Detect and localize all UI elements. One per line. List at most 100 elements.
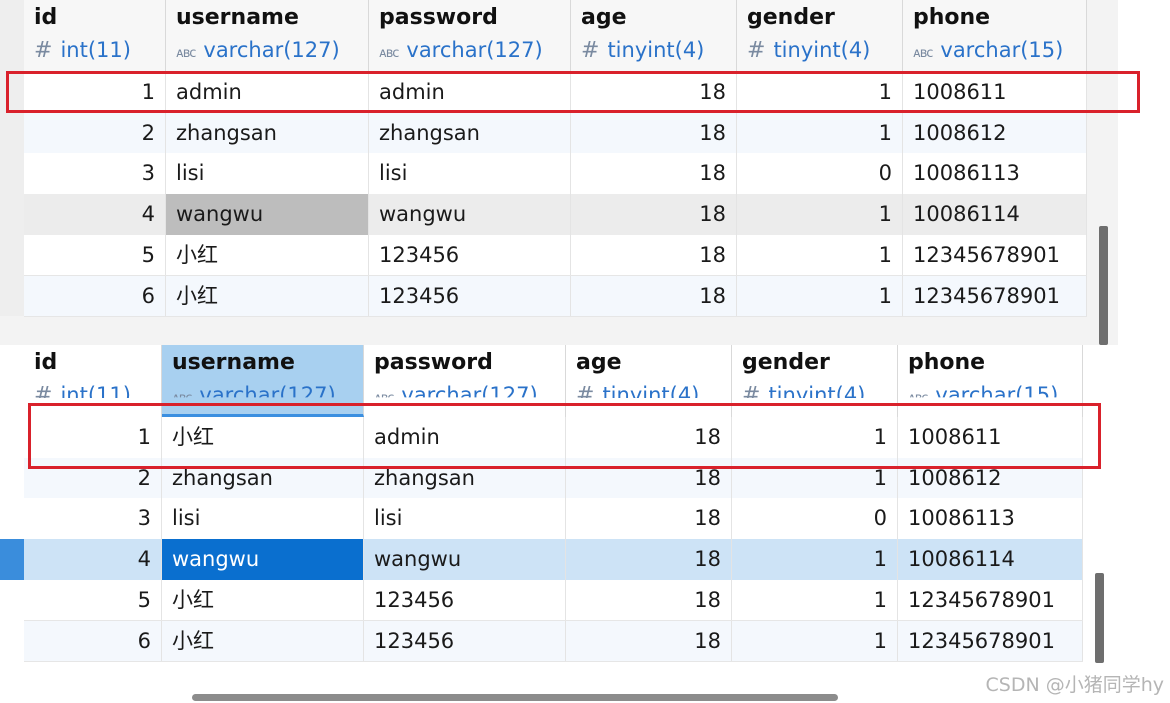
table-cell[interactable]: 5 — [24, 579, 162, 621]
table-cell[interactable]: 12345678901 — [898, 620, 1083, 662]
vertical-scrollbar[interactable] — [1095, 573, 1104, 663]
column-name: username — [176, 5, 299, 30]
column-type-label: varchar(127) — [406, 38, 543, 62]
column-type: ᴀʙᴄ varchar(127) — [379, 38, 543, 62]
column-type: ᴀʙᴄ varchar(127) — [176, 38, 340, 62]
row-selected-marker — [0, 539, 24, 580]
table-cell[interactable]: 1 — [732, 620, 898, 662]
row-gutter — [0, 0, 25, 317]
column-type: # tinyint(4) — [581, 38, 704, 63]
table-cell[interactable]: 18 — [571, 112, 737, 154]
column-header-5[interactable]: phone ᴀʙᴄ varchar(15) — [903, 0, 1087, 72]
column-name: id — [34, 5, 58, 30]
result-grid-before: id # int(11) username ᴀʙᴄ varchar(127) passwor… — [0, 0, 1118, 345]
table-cell[interactable]: 3 — [24, 498, 162, 540]
column-header-2[interactable]: password ᴀʙᴄ varchar(127) — [369, 0, 571, 72]
table-cell[interactable]: 123456 — [364, 620, 566, 662]
table-cell[interactable]: 0 — [737, 153, 903, 195]
text-type-icon: ᴀʙᴄ — [913, 46, 933, 61]
table-cell[interactable]: 小红 — [166, 275, 369, 317]
table-cell[interactable]: 123456 — [369, 234, 571, 276]
column-header-0[interactable]: id # int(11) — [24, 0, 166, 72]
column-name: password — [374, 350, 493, 375]
hash-icon: # — [581, 38, 600, 63]
table-cell[interactable]: 12345678901 — [898, 579, 1083, 621]
table-cell[interactable]: 4 — [24, 539, 162, 580]
vertical-scrollbar[interactable] — [1099, 226, 1108, 345]
column-type-label: tinyint(4) — [607, 38, 705, 62]
table-cell[interactable]: zhangsan — [369, 112, 571, 154]
column-header-3[interactable]: age # tinyint(4) — [571, 0, 737, 72]
table-cell[interactable]: wangwu — [166, 194, 369, 235]
table-cell[interactable]: 12345678901 — [903, 234, 1087, 276]
row-gutter — [0, 345, 25, 662]
text-type-icon: ᴀʙᴄ — [176, 46, 196, 61]
table-cell[interactable]: 10086114 — [903, 194, 1087, 235]
table-cell[interactable]: 18 — [566, 620, 732, 662]
horizontal-scrollbar[interactable] — [192, 694, 838, 701]
table-cell[interactable]: 6 — [24, 275, 166, 317]
column-header-4[interactable]: gender # tinyint(4) — [737, 0, 903, 72]
table-cell[interactable]: 1 — [732, 539, 898, 580]
table-cell[interactable]: 12345678901 — [903, 275, 1087, 317]
highlight-box-before — [6, 71, 1140, 113]
table-cell[interactable]: 18 — [571, 153, 737, 195]
column-type-label: tinyint(4) — [773, 38, 871, 62]
table-cell[interactable]: 0 — [732, 498, 898, 540]
table-cell[interactable]: 123456 — [364, 579, 566, 621]
table-cell[interactable]: 2 — [24, 112, 166, 154]
table-cell[interactable]: 1 — [737, 275, 903, 317]
column-type-label: int(11) — [60, 38, 131, 62]
watermark: CSDN @小猪同学hy — [985, 674, 1165, 696]
highlight-box-after — [28, 403, 1101, 469]
hash-icon: # — [747, 38, 766, 63]
table-cell[interactable]: lisi — [162, 498, 364, 540]
table-cell[interactable]: wangwu — [369, 194, 571, 235]
table-cell[interactable]: 10086113 — [898, 498, 1083, 540]
table-cell[interactable]: lisi — [369, 153, 571, 195]
table-cell[interactable]: 1 — [737, 234, 903, 276]
table-cell[interactable]: 1 — [737, 112, 903, 154]
column-name: gender — [742, 350, 830, 375]
table-cell[interactable]: wangwu — [162, 539, 364, 580]
table-cell[interactable]: 18 — [571, 234, 737, 276]
table-cell[interactable]: 1 — [737, 194, 903, 235]
result-grid-after: id # int(11) username ᴀʙᴄ varchar(127) passwor… — [0, 345, 1118, 665]
table-cell[interactable]: 18 — [566, 539, 732, 580]
column-type: # tinyint(4) — [747, 38, 870, 63]
column-name: password — [379, 5, 498, 30]
table-cell[interactable]: lisi — [364, 498, 566, 540]
column-name: phone — [908, 350, 986, 375]
table-cell[interactable]: 10086113 — [903, 153, 1087, 195]
table-cell[interactable]: 小红 — [162, 620, 364, 662]
table-cell[interactable]: 1008612 — [903, 112, 1087, 154]
table-cell[interactable]: 18 — [566, 579, 732, 621]
column-type: # int(11) — [34, 38, 131, 63]
table-cell[interactable]: zhangsan — [166, 112, 369, 154]
column-header-1[interactable]: username ᴀʙᴄ varchar(127) — [166, 0, 369, 72]
column-name: gender — [747, 5, 835, 30]
column-name: username — [172, 350, 295, 375]
table-cell[interactable]: 123456 — [369, 275, 571, 317]
column-name: age — [576, 350, 622, 375]
column-name: age — [581, 5, 627, 30]
table-cell[interactable]: wangwu — [364, 539, 566, 580]
column-name: phone — [913, 5, 991, 30]
text-type-icon: ᴀʙᴄ — [379, 46, 399, 61]
column-type-label: varchar(15) — [940, 38, 1064, 62]
table-cell[interactable]: 小红 — [166, 234, 369, 276]
table-cell[interactable]: 18 — [571, 275, 737, 317]
table-cell[interactable]: 小红 — [162, 579, 364, 621]
table-cell[interactable]: lisi — [166, 153, 369, 195]
column-type: ᴀʙᴄ varchar(15) — [913, 38, 1063, 62]
column-name: id — [34, 350, 58, 375]
table-cell[interactable]: 5 — [24, 234, 166, 276]
table-cell[interactable]: 18 — [566, 498, 732, 540]
table-cell[interactable]: 4 — [24, 194, 166, 235]
table-cell[interactable]: 18 — [571, 194, 737, 235]
table-cell[interactable]: 3 — [24, 153, 166, 195]
table-cell[interactable]: 1 — [732, 579, 898, 621]
table-cell[interactable]: 6 — [24, 620, 162, 662]
hash-icon: # — [34, 38, 53, 63]
table-cell[interactable]: 10086114 — [898, 539, 1083, 580]
